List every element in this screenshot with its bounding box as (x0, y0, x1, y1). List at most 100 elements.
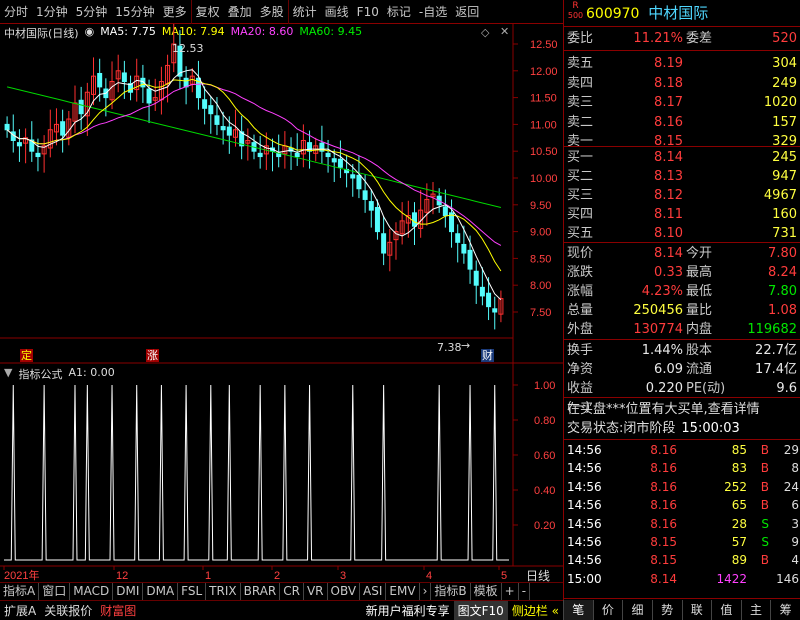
order-row-buy[interactable]: 买二 8.13 947 (567, 167, 799, 186)
indicator-tab-13[interactable]: › (420, 582, 432, 600)
divider (564, 439, 800, 440)
order-label: 买一 (567, 150, 594, 165)
candle-body (492, 308, 498, 313)
candle-body (325, 152, 331, 158)
quote-label: 现价 (567, 246, 594, 261)
quote-label: 最低 (686, 284, 713, 299)
price-tick-label: 7.50 (530, 307, 551, 319)
indicator-tab-1[interactable]: 窗口 (39, 582, 71, 600)
indicator-tab-16[interactable]: + (502, 582, 519, 600)
order-row-sell[interactable]: 卖四 8.18 249 (567, 74, 799, 93)
tick-count: 8 (791, 461, 799, 476)
indicator-tab-17[interactable]: - (519, 582, 531, 600)
order-row-buy[interactable]: 买一 8.14 245 (567, 148, 799, 167)
price-tick-label: 9.00 (530, 227, 551, 239)
order-row-sell[interactable]: 卖三 8.17 1020 (567, 93, 799, 112)
marker-ding[interactable]: 定 (20, 349, 33, 362)
marker-zhang[interactable]: 涨 (146, 349, 159, 362)
indicator-tab-14[interactable]: 指标B (431, 582, 471, 600)
quote-value: 7.80 (768, 246, 797, 261)
candle-body (467, 249, 473, 270)
candle-body (362, 190, 368, 200)
side-tab-2[interactable]: 细 (622, 600, 652, 620)
order-price: 8.17 (654, 95, 683, 110)
side-tab-4[interactable]: 联 (681, 600, 712, 620)
notice-text[interactable]: 在买盘***位置有大买单,查看详情 (567, 400, 799, 419)
order-row-sell[interactable]: 卖五 8.19 304 (567, 54, 799, 73)
indicator-tab-9[interactable]: VR (304, 582, 328, 600)
indicator-tab-15[interactable]: 模板 (471, 582, 502, 600)
side-tab-5[interactable]: 值 (711, 600, 741, 620)
candle-body (350, 174, 356, 179)
indicator-value: A1: 0.00 (68, 366, 115, 379)
high-label: 12.53 (172, 42, 204, 55)
indicator-tab-3[interactable]: DMI (113, 582, 144, 600)
quote-value: 8.24 (768, 265, 797, 280)
status-item-1[interactable]: 关联报价 (40, 601, 96, 620)
quote-label: 流通 (686, 362, 713, 377)
indicator-tab-11[interactable]: ASI (360, 582, 387, 600)
tick-side: S (761, 516, 769, 531)
tick-price: 8.15 (650, 553, 677, 568)
promo-link[interactable]: 新用户福利专享 (362, 601, 454, 620)
side-tab-0[interactable]: 笔 (563, 600, 593, 620)
side-tab-6[interactable]: 主 (740, 600, 771, 620)
side-tab-7[interactable]: 筹 (770, 600, 800, 620)
indicator-tab-12[interactable]: EMV (386, 582, 420, 600)
quote-label: 收益(一) (567, 381, 594, 415)
stock-header: 600970 中材国际 (586, 5, 708, 22)
candle-body (486, 292, 492, 308)
indicator-tab-7[interactable]: BRAR (241, 582, 281, 600)
tick-time: 15:00 (567, 571, 602, 586)
status-item-0[interactable]: 扩展A (0, 601, 40, 620)
low-arrow-icon: → (461, 339, 471, 352)
indicator-tab-4[interactable]: DMA (143, 582, 179, 600)
order-label: 卖五 (567, 56, 594, 71)
indicator-tab-10[interactable]: OBV (328, 582, 361, 600)
side-tab-3[interactable]: 势 (651, 600, 682, 620)
order-price: 8.16 (654, 114, 683, 130)
date-label: 4 (426, 570, 432, 582)
indicator-tab-5[interactable]: FSL (178, 582, 207, 600)
indicator-tab-0[interactable]: 指标A (0, 582, 40, 600)
order-row-buy[interactable]: 买五 8.10 731 (567, 224, 799, 243)
quote-value: 1.08 (768, 303, 797, 318)
stock-name: 中材国际 (648, 4, 709, 22)
tick-volume: 57 (731, 535, 747, 549)
tick-time: 14:56 (567, 461, 602, 476)
side-tab-1[interactable]: 价 (592, 600, 623, 620)
order-label: 买二 (567, 169, 594, 184)
tick-count: 3 (791, 516, 799, 531)
date-label: 5 (501, 570, 507, 582)
tick-side: B (760, 498, 769, 513)
quote-label: 股本 (686, 343, 713, 358)
f10-link[interactable]: 图文F10 (453, 600, 508, 620)
marker-cai[interactable]: 财 (481, 349, 494, 362)
tick-price: 8.16 (650, 498, 677, 513)
collapse-icon[interactable]: ▼ (4, 366, 12, 382)
order-row-sell[interactable]: 卖二 8.16 157 (567, 113, 799, 132)
candle-body (411, 212, 417, 227)
candle-body (202, 99, 208, 109)
tick-count: 9 (791, 535, 799, 549)
price-tick-label: 12.50 (530, 39, 558, 51)
status-item-2[interactable]: 财富图 (96, 601, 140, 620)
tick-side: B (760, 461, 769, 476)
indicator-tab-2[interactable]: MACD (70, 582, 114, 600)
sidebar-toggle[interactable]: 侧边栏 « (508, 601, 563, 620)
order-label: 卖二 (567, 114, 594, 130)
order-price: 8.19 (654, 56, 683, 71)
market-logo: R 500 (567, 2, 584, 24)
quote-label: 今开 (686, 246, 713, 261)
indicator-tab-6[interactable]: TRIX (206, 582, 241, 600)
quote-value: 17.4亿 (755, 362, 797, 377)
indicator-tab-8[interactable]: CR (280, 582, 304, 600)
indicator-title[interactable]: 指标公式 (18, 366, 62, 382)
tick-time: 14:56 (567, 443, 602, 457)
date-label: 2 (274, 570, 280, 582)
order-volume: 1020 (763, 95, 797, 110)
order-row-buy[interactable]: 买三 8.12 4967 (567, 186, 799, 205)
tick-side: B (760, 479, 769, 494)
order-row-buy[interactable]: 买四 8.11 160 (567, 205, 799, 224)
price-chart[interactable]: 12.5012.0011.5011.0010.5010.009.509.008.… (0, 0, 563, 600)
